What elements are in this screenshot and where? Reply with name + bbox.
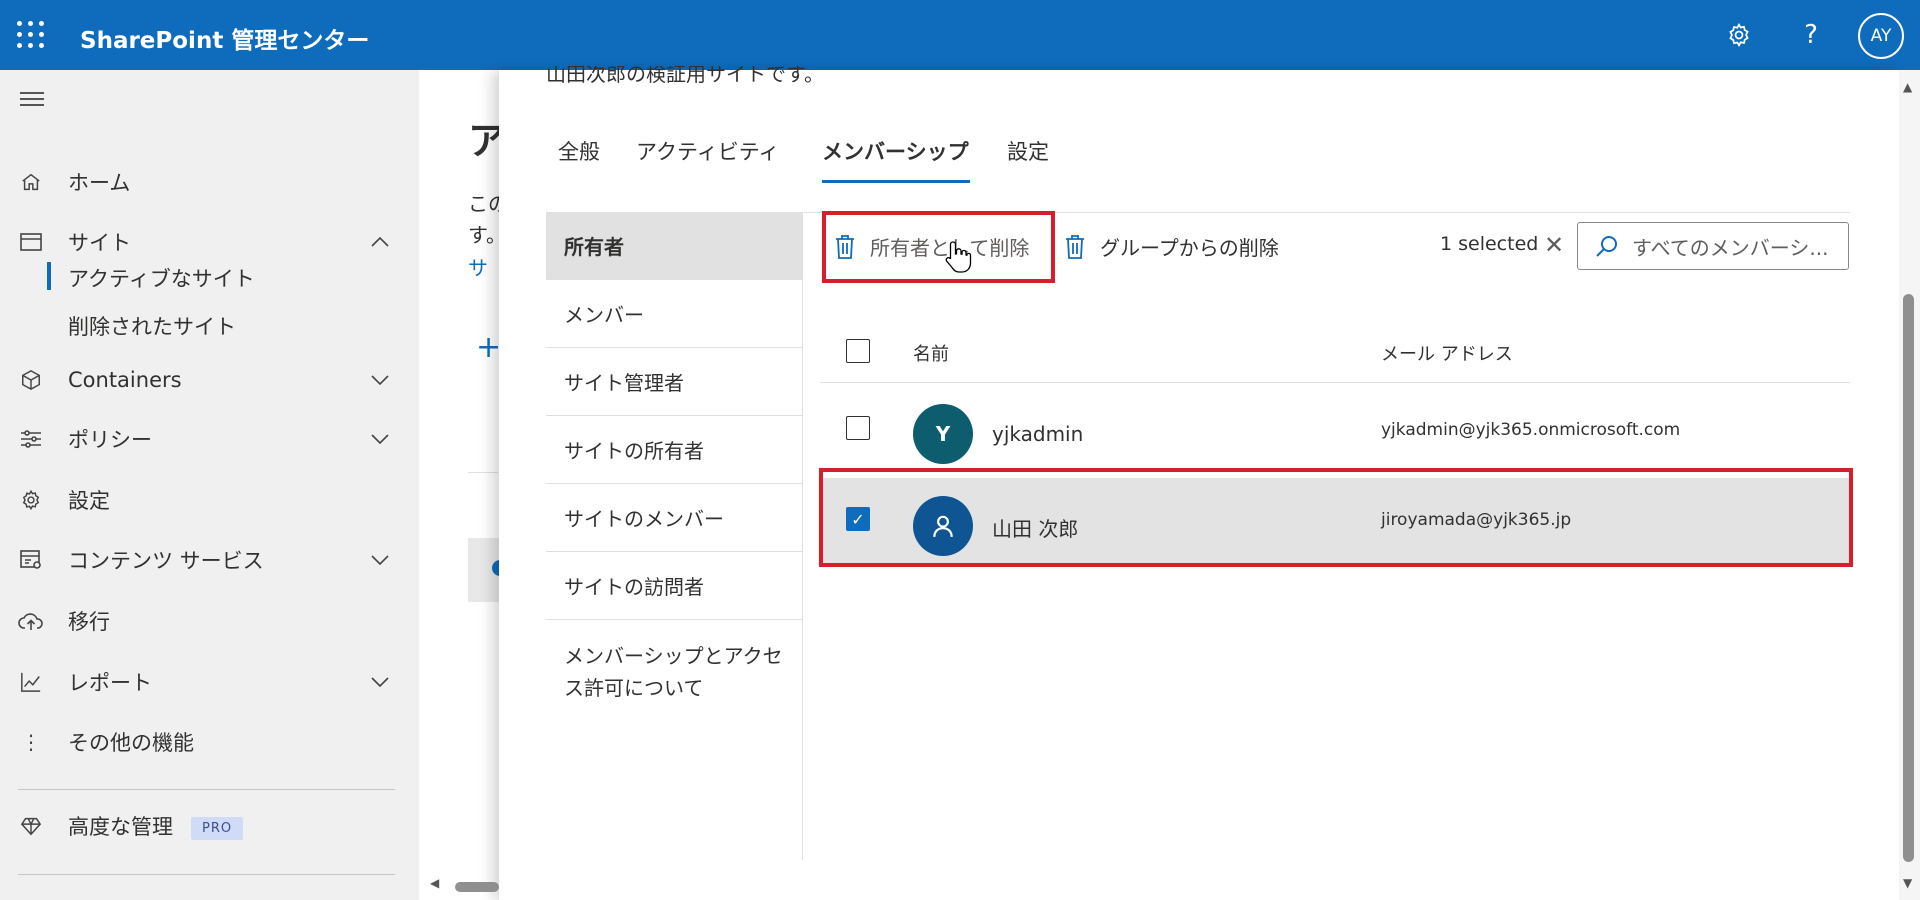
nav-label: 高度な管理 PRO [68, 811, 244, 841]
chevron-down-icon [370, 673, 390, 692]
nav-item-more-features[interactable]: ⋮ その他の機能 [0, 720, 419, 764]
horizontal-scroll-thumb[interactable] [455, 882, 499, 892]
nav-item-content-services[interactable]: コンテンツ サービス [0, 538, 419, 582]
remove-from-group-label: グループからの削除 [1100, 236, 1279, 260]
nav-subitem-deleted-sites[interactable]: 削除されたサイト [68, 311, 236, 341]
membership-subnav: 所有者 メンバー サイト管理者 サイトの所有者 サイトのメンバー サイトの訪問者… [546, 212, 803, 860]
nav-label: コンテンツ サービス [68, 549, 264, 573]
nav-label: サイト [68, 231, 131, 255]
nav-item-advanced-management[interactable]: 高度な管理 PRO [0, 804, 419, 848]
selected-count: 1 selected [1440, 233, 1539, 255]
nav-item-policies[interactable]: ポリシー [0, 417, 419, 461]
nav-divider [18, 874, 395, 875]
nav-item-containers[interactable]: Containers [0, 358, 419, 402]
list-divider [468, 472, 498, 473]
table-header: 名前 メール アドレス [820, 325, 1850, 383]
scroll-left-arrow-icon[interactable]: ◀ [430, 876, 439, 890]
help-icon[interactable]: ? [1794, 18, 1828, 52]
nav-label: 設定 [68, 489, 110, 513]
column-header-email[interactable]: メール アドレス [1381, 340, 1513, 366]
top-bar: SharePoint 管理センター ? AY [0, 0, 1920, 70]
member-search-box[interactable]: すべてのメンバーシ... [1577, 222, 1849, 270]
chevron-up-icon [370, 233, 390, 252]
member-name: yjkadmin [992, 422, 1084, 446]
vertical-scroll-thumb[interactable] [1903, 294, 1914, 862]
member-email: yjkadmin@yjk365.onmicrosoft.com [1381, 420, 1681, 440]
chevron-down-icon [370, 551, 390, 570]
window-icon [18, 229, 44, 255]
scroll-down-arrow-icon[interactable]: ▼ [1903, 876, 1912, 890]
home-icon [18, 169, 44, 195]
user-avatar: Y [913, 404, 973, 464]
remove-from-group-button[interactable]: グループからの削除 [1064, 232, 1279, 261]
subnav-item-about-membership[interactable]: メンバーシップとアクセス許可について [546, 620, 786, 714]
chevron-down-icon [370, 430, 390, 449]
nav-label: 移行 [68, 610, 110, 634]
nav-item-migration[interactable]: 移行 [0, 599, 419, 643]
search-icon [1596, 236, 1617, 257]
waffle-icon[interactable] [16, 20, 46, 50]
highlight-box-remove-owner [822, 211, 1055, 283]
more-icon: ⋮ [21, 730, 41, 754]
select-all-checkbox[interactable] [846, 339, 870, 363]
settings-gear-icon[interactable] [1722, 18, 1756, 52]
clear-selection-icon[interactable]: ✕ [1544, 231, 1564, 259]
highlight-box-selected-row [819, 468, 1853, 567]
left-navigation: ホーム サイト アクティブなサイト 削除されたサイト Containers ポリ… [0, 70, 419, 900]
active-indicator [47, 262, 51, 290]
gear-icon [18, 487, 44, 513]
nav-label: ポリシー [68, 428, 152, 452]
advanced-label: 高度な管理 [68, 815, 173, 839]
subnav-item-owners[interactable]: 所有者 [546, 212, 802, 280]
user-avatar[interactable]: AY [1858, 13, 1904, 59]
active-tab-underline [822, 180, 970, 183]
chart-icon [18, 669, 44, 695]
tab-membership[interactable]: メンバーシップ [822, 136, 969, 166]
add-site-button[interactable]: + [476, 330, 501, 365]
nav-label: その他の機能 [68, 731, 194, 755]
sliders-icon [18, 426, 44, 452]
subnav-item-site-admins[interactable]: サイト管理者 [546, 348, 802, 416]
chevron-down-icon [370, 371, 390, 390]
app-title[interactable]: SharePoint 管理センター [80, 21, 369, 55]
nav-label: ホーム [68, 171, 131, 195]
nav-label: Containers [68, 368, 182, 392]
table-row[interactable]: Y yjkadmin yjkadmin@yjk365.onmicrosoft.c… [820, 385, 1850, 473]
content-services-icon [18, 547, 44, 573]
cube-icon [18, 367, 44, 393]
nav-item-home[interactable]: ホーム [0, 160, 419, 204]
pro-badge: PRO [191, 816, 244, 840]
nav-item-sites[interactable]: サイト [0, 220, 419, 264]
subnav-item-members[interactable]: メンバー [546, 280, 802, 348]
tab-activity[interactable]: アクティビティ [636, 136, 779, 166]
tab-settings[interactable]: 設定 [1007, 136, 1049, 166]
diamond-icon [18, 813, 44, 839]
page-link[interactable]: サ [468, 252, 488, 281]
scroll-up-arrow-icon[interactable]: ▲ [1903, 80, 1912, 94]
nav-item-reports[interactable]: レポート [0, 660, 419, 704]
hamburger-icon[interactable] [20, 92, 44, 110]
tab-general[interactable]: 全般 [558, 136, 600, 166]
nav-divider [18, 789, 395, 790]
hand-cursor-icon [944, 240, 972, 278]
column-header-name[interactable]: 名前 [913, 340, 949, 366]
trash-icon [1066, 234, 1084, 259]
nav-subitem-active-sites[interactable]: アクティブなサイト [68, 263, 255, 293]
cloud-upload-icon [18, 608, 44, 634]
nav-item-settings[interactable]: 設定 [0, 478, 419, 522]
row-checkbox[interactable] [846, 416, 870, 440]
subnav-item-site-owners[interactable]: サイトの所有者 [546, 416, 802, 484]
search-placeholder: すべてのメンバーシ... [1632, 235, 1829, 260]
subnav-item-site-visitors[interactable]: サイトの訪問者 [546, 552, 802, 620]
subnav-item-site-members[interactable]: サイトのメンバー [546, 484, 802, 552]
nav-label: レポート [68, 671, 152, 695]
